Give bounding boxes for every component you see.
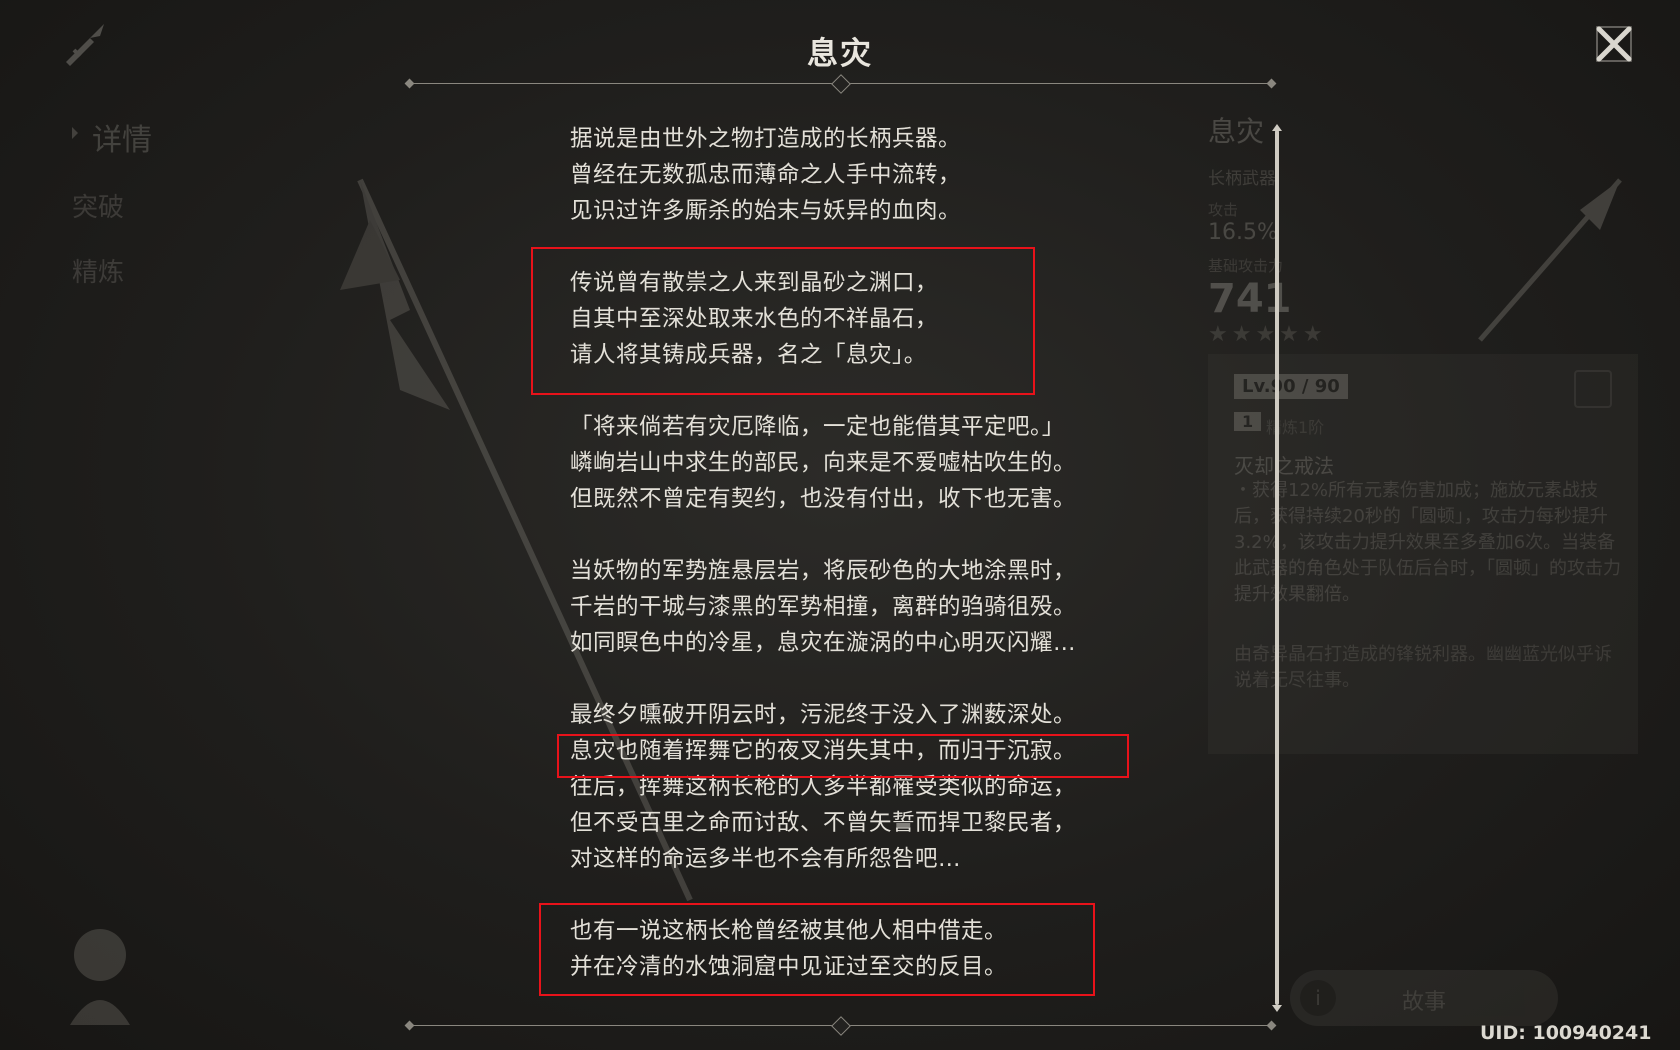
story-line: 如同瞑色中的冷星，息灾在漩涡的中心明灭闪耀… — [570, 630, 1077, 656]
story-button-label: 故事 — [1401, 990, 1446, 1015]
page-title: 息灾 — [807, 36, 873, 72]
story-line: 见识过许多厮杀的始末与妖异的血肉。 — [570, 198, 962, 224]
nav-tab-refinement[interactable]: 精炼 — [72, 252, 152, 289]
highlight-box — [531, 247, 1035, 395]
level-badge: Lv.90 / 90 — [1234, 374, 1348, 399]
passive-name: 灭却之戒法 — [1234, 454, 1334, 478]
story-stanza: 当妖物的军势旌悬层岩，将辰砂色的大地涂黑时， 千岩的干城与漆黑的军势相撞，离群的… — [570, 553, 1170, 661]
story-line: 据说是由世外之物打造成的长柄兵器。 — [570, 126, 962, 152]
uid-label: UID: 100940241 — [1480, 1022, 1652, 1044]
nav-tab-ascension[interactable]: 突破 — [72, 187, 152, 224]
paimon-avatar — [70, 929, 130, 1025]
story-line: 「将来倘若有灾厄降临，一定也能借其平定吧。」 — [570, 414, 1065, 440]
story-stanza: 「将来倘若有灾厄降临，一定也能借其平定吧。」 嶙峋岩山中求生的部民，向来是不爱嘘… — [570, 409, 1170, 517]
side-nav: 详情 突破 精炼 — [72, 115, 152, 317]
scroll-up-arrow-icon[interactable] — [1271, 123, 1283, 135]
nav-tab-details[interactable]: 详情 — [72, 115, 152, 159]
close-icon[interactable] — [1594, 24, 1634, 64]
refine-rank-badge: 1 — [1234, 412, 1262, 431]
scroll-down-arrow-icon[interactable] — [1271, 1001, 1283, 1013]
story-line: 当妖物的军势旌悬层岩，将辰砂色的大地涂黑时， — [570, 558, 1077, 584]
story-line: 但不受百里之命而讨敌、不曾矢誓而捍卫黎民者， — [570, 810, 1077, 836]
story-line: 最终夕曛破开阴云时，污泥终于没入了渊薮深处。 — [570, 702, 1077, 728]
story-line: 曾经在无数孤忠而薄命之人手中流转， — [570, 162, 962, 188]
story-line: 嶙峋岩山中求生的部民，向来是不爱嘘枯吹生的。 — [570, 450, 1077, 476]
weapon-thumbnail — [1478, 178, 1622, 342]
lock-icon[interactable] — [1574, 370, 1612, 408]
scrollbar[interactable] — [1275, 130, 1279, 1005]
passive-description: ・获得12%所有元素伤害加成；施放元素战技后，获得持续20秒的「圆顿」，攻击力每… — [1234, 480, 1621, 605]
highlight-box — [557, 734, 1129, 778]
story-line: 但既然不曾定有契约，也没有付出，收下也无害。 — [570, 486, 1077, 512]
highlight-box — [539, 903, 1095, 996]
story-button[interactable]: i 故事 — [1290, 970, 1558, 1026]
story-stanza: 据说是由世外之物打造成的长柄兵器。 曾经在无数孤忠而薄命之人手中流转， 见识过许… — [570, 121, 1170, 229]
flavor-text: 由奇异晶石打造成的锋锐利器。幽幽蓝光似乎诉说着无尽往事。 — [1234, 644, 1612, 691]
story-stanza: 最终夕曛破开阴云时，污泥终于没入了渊薮深处。 息灾也随着挥舞它的夜叉消失其中，而… — [570, 697, 1170, 877]
weapon-detail-panel: Lv.90 / 90 1 精炼1阶 灭却之戒法 ・获得12%所有元素伤害加成；施… — [1208, 354, 1638, 754]
story-line: 对这样的命运多半也不会有所怨咎吧… — [570, 846, 962, 872]
story-line: 千岩的干城与漆黑的军势相撞，离群的驺骑徂殁。 — [570, 594, 1077, 620]
